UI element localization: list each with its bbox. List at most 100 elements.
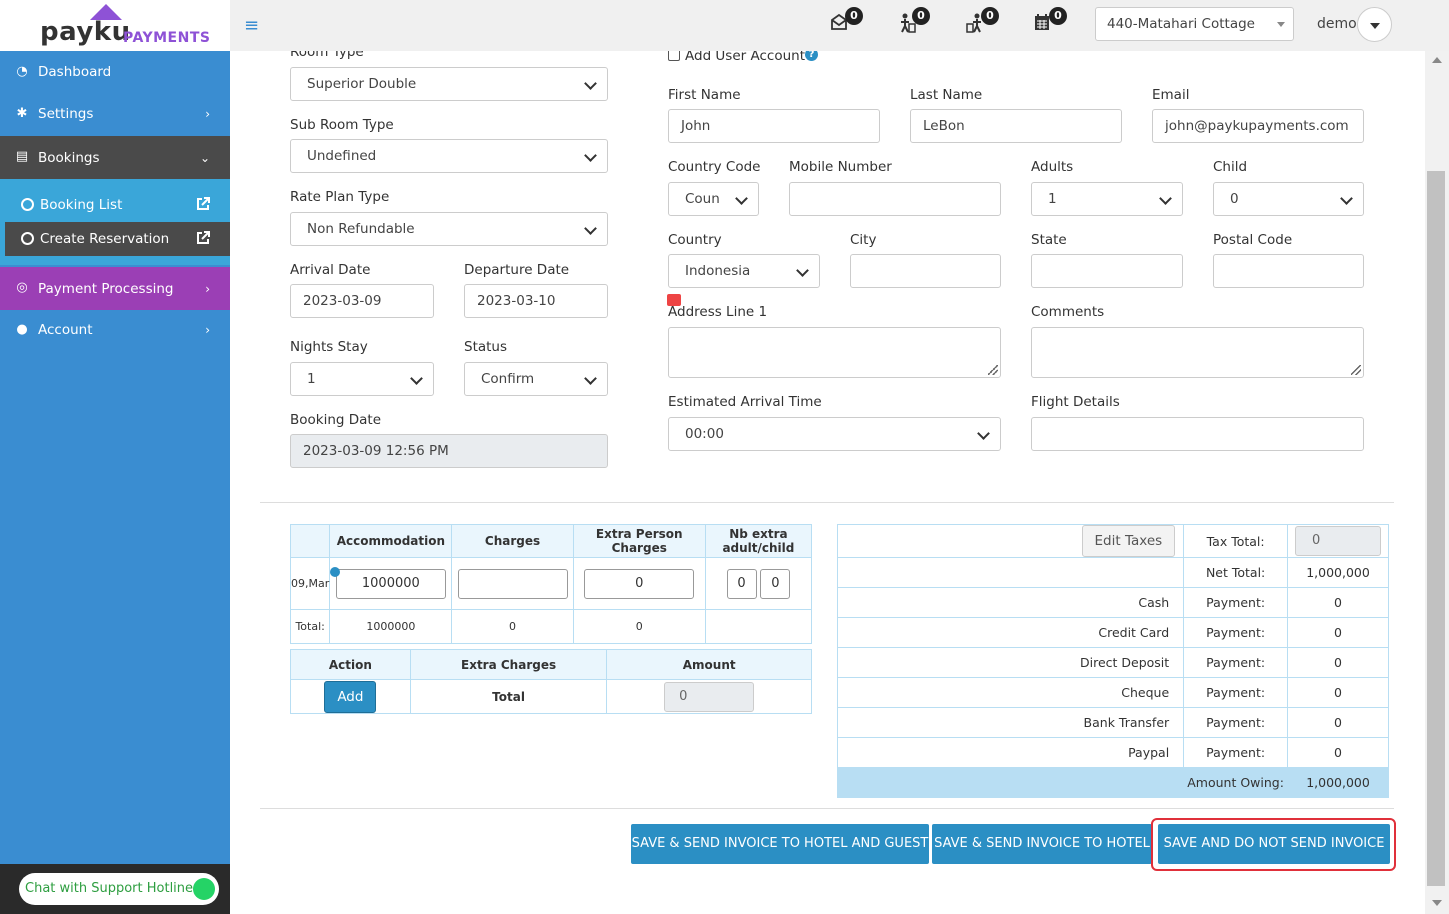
dashboard-icon: ◔ xyxy=(16,64,28,79)
table-row: Cheque Payment: 0 xyxy=(836,677,1389,708)
table-cell xyxy=(451,557,574,610)
hotel-select[interactable]: 440-Matahari Cottage xyxy=(1095,7,1294,41)
city-label: City xyxy=(850,232,877,248)
extra-child-input[interactable]: 0 xyxy=(760,568,791,599)
room-type-select[interactable]: Superior Double xyxy=(290,67,608,101)
table-cell xyxy=(836,767,1185,798)
table-cell xyxy=(704,609,813,644)
scroll-down-icon[interactable] xyxy=(1432,900,1442,906)
charges-input[interactable] xyxy=(457,568,568,599)
tax-total-field: 0 xyxy=(1295,526,1382,556)
status-label: Status xyxy=(464,339,508,355)
mobile-input[interactable] xyxy=(789,182,1001,216)
table-cell: 0 xyxy=(1287,737,1389,768)
table-cell: Payment: xyxy=(1183,737,1289,768)
sub-room-type-select[interactable]: Undefined xyxy=(290,139,608,173)
sidebar-item-bookings[interactable]: ▤ Bookings ⌄ xyxy=(0,136,230,179)
sidebar-item-booking-list[interactable]: Booking List xyxy=(5,188,230,222)
info-icon[interactable] xyxy=(329,566,340,577)
circle-icon xyxy=(21,198,34,211)
table-cell: Net Total: xyxy=(1183,557,1289,588)
help-icon[interactable]: ? xyxy=(805,51,818,61)
nights-stay-select[interactable]: 1 xyxy=(290,362,434,396)
user-menu-button[interactable] xyxy=(1357,7,1392,42)
first-name-value: John xyxy=(681,118,711,134)
chevron-right-icon: › xyxy=(205,107,210,121)
table-cell: 1,000,000 xyxy=(1287,767,1389,798)
table-cell: Paypal xyxy=(836,737,1185,768)
country-value: Indonesia xyxy=(685,263,751,279)
table-header: Extra Person Charges xyxy=(572,524,706,558)
calendar-icon[interactable]: 0 xyxy=(1033,7,1067,34)
child-select[interactable]: 0 xyxy=(1213,182,1364,216)
rate-plan-label: Rate Plan Type xyxy=(290,189,390,205)
table-cell: 1000000 xyxy=(329,557,453,610)
first-name-label: First Name xyxy=(668,87,741,103)
country-select[interactable]: Indonesia xyxy=(668,254,820,288)
state-label: State xyxy=(1031,232,1067,248)
first-name-input[interactable]: John xyxy=(668,109,880,143)
extra-adult-input[interactable]: 0 xyxy=(726,568,757,599)
sidebar-item-dashboard[interactable]: ◔ Dashboard xyxy=(0,56,230,88)
notification-badge: 0 xyxy=(981,7,999,25)
table-cell: 0 xyxy=(1287,617,1389,648)
country-code-select[interactable]: Coun xyxy=(668,182,759,216)
status-value: Confirm xyxy=(481,371,535,387)
mail-icon[interactable]: 0 xyxy=(829,7,863,34)
table-row: Paypal Payment: 0 xyxy=(836,737,1389,768)
status-select[interactable]: Confirm xyxy=(464,362,608,396)
table-row: Edit Taxes Tax Total: 0 xyxy=(836,524,1389,558)
sidebar-item-label: Payment Processing xyxy=(38,280,174,297)
departure-date-label: Departure Date xyxy=(464,262,570,278)
adults-select[interactable]: 1 xyxy=(1031,182,1183,216)
save-no-invoice-button[interactable]: SAVE AND DO NOT SEND INVOICE xyxy=(1158,824,1390,864)
table-cell: 1,000,000 xyxy=(1287,557,1389,588)
whatsapp-icon xyxy=(193,878,215,900)
sidebar-item-settings[interactable]: ✱ Settings › xyxy=(0,98,230,130)
table-cell: Tax Total: xyxy=(1183,524,1289,558)
save-send-hotel-guest-button[interactable]: SAVE & SEND INVOICE TO HOTEL AND GUEST xyxy=(631,824,929,864)
flight-details-input[interactable] xyxy=(1031,417,1364,451)
extra-person-input[interactable]: 0 xyxy=(584,568,695,599)
city-input[interactable] xyxy=(850,254,1001,288)
sidebar-item-create-reservation[interactable]: Create Reservation xyxy=(5,222,230,256)
sidebar-item-account[interactable]: ● Account › xyxy=(0,314,230,346)
accommodation-input[interactable]: 1000000 xyxy=(335,568,446,599)
address-textarea[interactable] xyxy=(668,327,1001,378)
bookings-icon: ▤ xyxy=(15,149,29,164)
last-name-input[interactable]: LeBon xyxy=(910,109,1122,143)
user-name: demo xyxy=(1317,16,1357,32)
table-cell: 0 xyxy=(606,679,812,714)
postal-code-input[interactable] xyxy=(1213,254,1364,288)
scrollbar-thumb[interactable] xyxy=(1427,171,1445,886)
departures-icon[interactable]: 0 xyxy=(965,7,999,34)
table-cell: 0 xyxy=(1287,677,1389,708)
add-user-checkbox[interactable] xyxy=(668,51,680,61)
scrollbar[interactable] xyxy=(1425,51,1449,914)
eta-select[interactable]: 00:00 xyxy=(668,417,1001,451)
chat-support-button[interactable]: Chat with Support Hotline xyxy=(19,873,219,905)
last-name-label: Last Name xyxy=(910,87,983,103)
table-cell: Credit Card xyxy=(836,617,1185,648)
departure-date-input[interactable]: 2023-03-10 xyxy=(464,284,608,318)
table-row: Direct Deposit Payment: 0 xyxy=(836,647,1389,678)
table-cell: 0 xyxy=(572,557,706,610)
sidebar-item-label: Settings xyxy=(38,106,94,122)
rate-plan-select[interactable]: Non Refundable xyxy=(290,212,608,246)
logo[interactable]: payku PAYMENTS xyxy=(0,0,230,51)
table-cell: Total: xyxy=(289,609,331,644)
arrival-date-input[interactable]: 2023-03-09 xyxy=(290,284,434,318)
menu-toggle-icon[interactable]: ≡ xyxy=(244,15,259,36)
email-input[interactable]: john@paykupayments.com xyxy=(1152,109,1364,143)
scroll-up-icon[interactable] xyxy=(1432,57,1442,63)
edit-taxes-button[interactable]: Edit Taxes xyxy=(1081,525,1176,557)
save-send-hotel-button[interactable]: SAVE & SEND INVOICE TO HOTEL xyxy=(932,824,1152,864)
adults-label: Adults xyxy=(1031,159,1074,175)
sidebar-item-payment-processing[interactable]: ◎ Payment Processing › xyxy=(0,267,230,310)
comments-textarea[interactable] xyxy=(1031,327,1364,378)
arrivals-icon[interactable]: 0 xyxy=(896,7,930,34)
table-header: Charges xyxy=(451,524,574,558)
circle-icon xyxy=(21,232,34,245)
add-extra-charge-button[interactable]: Add xyxy=(324,680,377,713)
state-input[interactable] xyxy=(1031,254,1183,288)
